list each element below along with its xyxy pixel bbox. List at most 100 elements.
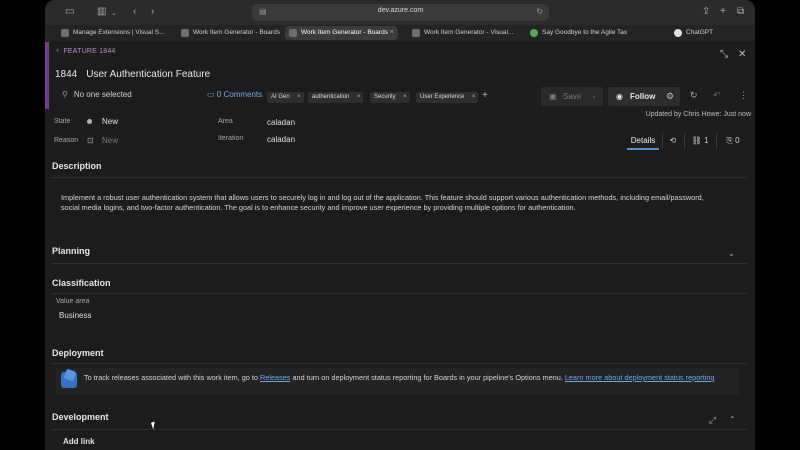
azure-boards-icon — [181, 29, 189, 37]
tab-details[interactable]: Details — [627, 132, 659, 150]
tab-attachments[interactable]: ⎘ 0 — [719, 132, 747, 150]
state-value[interactable]: New — [102, 117, 118, 126]
learn-more-link[interactable]: Learn more about deployment status repor… — [565, 373, 715, 382]
address-bar[interactable]: ▤ dev.azure.com ↻ — [252, 4, 549, 21]
close-tab-icon[interactable]: × — [390, 26, 394, 40]
add-tag-icon[interactable]: + — [482, 90, 488, 101]
tab-manage-extensions[interactable]: Manage Extensions | Visual S... — [57, 26, 172, 40]
history-icon[interactable]: ⟲ — [665, 132, 681, 150]
sidebar-toggle-icon[interactable]: ▥ — [97, 6, 106, 18]
remove-tag-icon[interactable]: × — [357, 92, 361, 103]
browser-window: ▭ ▥ ⌄ ‹ › ▤ dev.azure.com ↻ ⇪ + ⧉ Manage… — [45, 0, 755, 450]
follow-label: Follow — [630, 92, 656, 101]
tag-ai-gen[interactable]: AI Gen × — [267, 92, 304, 103]
deployment-text-part: and turn on deployment status reporting … — [290, 373, 565, 382]
tag-user-experience[interactable]: User Experience × — [416, 92, 479, 103]
state-dot-icon — [87, 119, 92, 124]
chevron-down-icon[interactable]: ⌄ — [591, 87, 597, 106]
browser-toolbar: ▭ ▥ ⌄ ‹ › ▤ dev.azure.com ↻ ⇪ + ⧉ — [45, 0, 755, 25]
type-label: FEATURE 1844 — [63, 48, 116, 55]
tab-chatgpt[interactable]: ChatGPT — [670, 26, 750, 40]
remove-tag-icon[interactable]: × — [297, 92, 301, 103]
undo-icon[interactable]: ↶ — [713, 90, 721, 101]
state-label: State — [54, 118, 71, 125]
releases-link[interactable]: Releases — [260, 373, 290, 382]
work-item-panel: ♆ FEATURE 1844 ⤡ ✕ 1844 User Authenticatio… — [45, 41, 755, 450]
assigned-to[interactable]: ⚲ No one selected — [62, 90, 132, 99]
chevron-down-icon[interactable]: ⌄ — [728, 249, 735, 258]
development-heading: Development — [52, 412, 109, 422]
work-item-title[interactable]: User Authentication Feature — [86, 69, 210, 80]
visual-studio-icon — [61, 29, 69, 37]
deployment-heading: Deployment — [52, 348, 104, 358]
tab-label: Say Goodbye to the Agile Tax — [542, 29, 628, 36]
collapse-icon[interactable]: ⤡ — [720, 49, 728, 60]
attachments-count: 0 — [735, 136, 740, 145]
tab-work-item-generator-active[interactable]: Work Item Generator - Boards × — [285, 26, 398, 40]
reason-label: Reason — [54, 137, 79, 144]
follow-button[interactable]: ◉ Follow — [608, 87, 666, 106]
tag-security[interactable]: Security × — [370, 92, 410, 103]
work-item-id: 1844 — [55, 69, 78, 80]
forward-icon[interactable]: › — [151, 6, 154, 18]
area-label: Area — [218, 118, 233, 125]
tag-authentication[interactable]: authentication × — [308, 92, 364, 103]
save-button[interactable]: ▣ Save ⌄ — [541, 87, 603, 106]
close-icon[interactable]: ✕ — [738, 49, 746, 60]
remove-tag-icon[interactable]: × — [403, 92, 407, 103]
deployment-text: To track releases associated with this w… — [84, 373, 734, 382]
back-icon[interactable]: ‹ — [133, 6, 136, 18]
tab-label: ChatGPT — [686, 29, 714, 36]
tab-label: Work Item Generator - Boards — [193, 29, 280, 36]
comments-link[interactable]: ▭ 0 Comments — [207, 90, 262, 99]
add-link-button[interactable]: Add link — [63, 437, 95, 446]
classification-heading: Classification — [52, 278, 111, 288]
tab-work-item-generator-visual[interactable]: Work Item Generator - Visual... — [408, 26, 523, 40]
tab-links[interactable]: ⛓ 1 — [687, 132, 713, 150]
reload-icon[interactable]: ↻ — [536, 7, 543, 16]
divider — [52, 429, 747, 430]
deployment-text-part: To track releases associated with this w… — [84, 373, 261, 382]
page-title: 1844 User Authentication Feature — [55, 69, 210, 80]
share-icon[interactable]: ⇪ — [702, 6, 710, 18]
planning-heading[interactable]: Planning — [52, 246, 90, 256]
lock-icon: ⊡ — [87, 136, 94, 145]
paperclip-icon: ⎘ — [726, 136, 733, 145]
save-label: Save — [563, 92, 582, 101]
window-icon[interactable]: ▭ — [65, 6, 74, 18]
tab-bar: Manage Extensions | Visual S... Work Ite… — [45, 25, 755, 41]
tab-agile-tax[interactable]: Say Goodbye to the Agile Tax — [526, 26, 646, 40]
divider — [52, 363, 747, 364]
tab-separator — [716, 133, 717, 149]
divider — [52, 263, 747, 264]
deployment-info: To track releases associated with this w… — [56, 368, 739, 395]
tab-work-item-generator-1[interactable]: Work Item Generator - Boards — [177, 26, 282, 40]
comment-icon: ▭ — [207, 90, 215, 99]
more-actions-icon[interactable]: ⋮ — [739, 90, 748, 101]
value-area-value[interactable]: Business — [59, 311, 91, 320]
tab-label: Manage Extensions | Visual S... — [73, 29, 165, 36]
chatgpt-icon — [674, 29, 682, 37]
assigned-label: No one selected — [73, 90, 132, 99]
tab-overview-icon[interactable]: ⧉ — [737, 6, 744, 18]
comments-label: 0 Comments — [216, 90, 263, 99]
expand-icon[interactable]: ⤢ — [709, 415, 716, 426]
divider — [52, 177, 747, 178]
chevron-up-icon[interactable]: ⌃ — [729, 415, 736, 424]
divider — [52, 293, 747, 294]
description-heading: Description — [52, 161, 102, 171]
address-url: dev.azure.com — [377, 7, 424, 14]
remove-tag-icon[interactable]: × — [472, 92, 476, 103]
chevron-down-icon[interactable]: ⌄ — [111, 8, 117, 20]
tab-separator — [684, 133, 685, 149]
settings-button[interactable]: ⚙ — [660, 87, 680, 106]
iteration-value[interactable]: caladan — [267, 135, 295, 144]
work-item-type: ♆ FEATURE 1844 — [55, 48, 116, 55]
eye-icon: ◉ — [616, 92, 623, 101]
reason-value[interactable]: New — [102, 136, 118, 145]
refresh-icon[interactable]: ↻ — [690, 90, 698, 101]
gear-icon: ⚙ — [665, 91, 675, 101]
description-text[interactable]: Implement a robust user authentication s… — [61, 193, 721, 213]
new-tab-icon[interactable]: + — [720, 6, 726, 18]
area-value[interactable]: caladan — [267, 118, 295, 127]
